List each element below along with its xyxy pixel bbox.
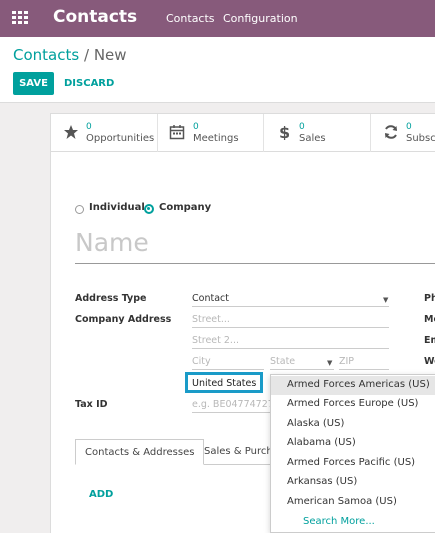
company-address-label: Company Address	[75, 314, 172, 325]
street2-input[interactable]: Street 2...	[192, 335, 389, 349]
control-panel: Contacts / New SAVE DISCARD	[0, 37, 435, 103]
menu-contacts[interactable]: Contacts	[166, 12, 215, 25]
meetings-stat-button[interactable]: 0 Meetings	[158, 114, 264, 152]
tax-id-input[interactable]: e.g. BE0477472701	[192, 399, 272, 413]
calendar-icon	[169, 125, 185, 140]
dollar-icon: $	[279, 124, 290, 140]
smart-buttons-bar: 0 Opportunities 0 Meetings $ 0 Sales 0 S…	[51, 114, 435, 152]
meetings-count: 0	[193, 122, 199, 132]
sales-count: 0	[299, 122, 305, 132]
address-type-label: Address Type	[75, 293, 147, 304]
meetings-label: Meetings	[193, 133, 239, 144]
breadcrumb: Contacts / New	[13, 46, 127, 64]
dropdown-option[interactable]: Armed Forces Pacific (US)	[271, 454, 435, 473]
breadcrumb-contacts-link[interactable]: Contacts	[13, 46, 79, 64]
individual-label[interactable]: Individual	[89, 202, 145, 213]
dropdown-option[interactable]: Alaska (US)	[271, 415, 435, 434]
app-title[interactable]: Contacts	[53, 7, 137, 27]
company-label[interactable]: Company	[159, 202, 211, 213]
menu-configuration[interactable]: Configuration	[223, 12, 298, 25]
breadcrumb-current: New	[93, 46, 127, 64]
email-label: Em	[424, 335, 435, 346]
zip-input[interactable]: ZIP	[339, 356, 389, 370]
country-select[interactable]: United States	[185, 372, 263, 393]
add-contact-button[interactable]: ADD	[89, 489, 113, 500]
phone-label: Ph	[424, 293, 435, 304]
tab-contacts-addresses[interactable]: Contacts & Addresses	[75, 439, 205, 465]
dropdown-option[interactable]: Armed Forces Americas (US)	[271, 376, 435, 395]
company-radio[interactable]	[144, 204, 154, 214]
apps-grid-icon[interactable]	[12, 11, 28, 25]
subscriptions-stat-button[interactable]: 0 Subscriptions	[371, 114, 435, 152]
city-input[interactable]: City	[192, 356, 264, 370]
individual-radio[interactable]	[75, 205, 84, 214]
breadcrumb-separator: /	[83, 46, 90, 64]
state-autocomplete-dropdown: Armed Forces Americas (US) Armed Forces …	[270, 374, 435, 533]
sales-stat-button[interactable]: $ 0 Sales	[264, 114, 371, 152]
website-label: We	[424, 356, 435, 367]
top-navbar: Contacts Contacts Configuration	[0, 0, 435, 37]
search-more-link[interactable]: Search More...	[303, 516, 375, 527]
address-type-select[interactable]: Contact	[192, 293, 389, 307]
opportunities-label: Opportunities	[86, 133, 155, 144]
dropdown-option[interactable]: Arkansas (US)	[271, 473, 435, 492]
opportunities-stat-button[interactable]: 0 Opportunities	[51, 114, 158, 152]
dropdown-option[interactable]: American Samoa (US)	[271, 493, 435, 512]
street-input[interactable]: Street...	[192, 314, 389, 328]
opportunities-count: 0	[86, 122, 92, 132]
refresh-icon	[385, 125, 397, 139]
dropdown-option[interactable]: Alabama (US)	[271, 434, 435, 453]
star-icon	[64, 125, 78, 139]
dropdown-option[interactable]: Armed Forces Europe (US)	[271, 395, 435, 414]
subscriptions-label: Subscriptions	[406, 133, 435, 144]
chevron-down-icon: ▼	[327, 359, 333, 367]
save-button[interactable]: SAVE	[13, 72, 54, 95]
tab-sales-purchase[interactable]: Sales & Purchase	[195, 439, 281, 465]
name-input[interactable]: Name	[75, 226, 435, 264]
discard-button[interactable]: DISCARD	[64, 78, 114, 89]
subscriptions-count: 0	[406, 122, 412, 132]
state-input[interactable]: State	[270, 356, 334, 370]
sales-label: Sales	[299, 133, 326, 144]
chevron-down-icon: ▼	[383, 296, 389, 304]
mobile-label: Me	[424, 314, 435, 325]
svg-text:$: $	[279, 124, 290, 140]
tax-id-label: Tax ID	[75, 399, 108, 410]
